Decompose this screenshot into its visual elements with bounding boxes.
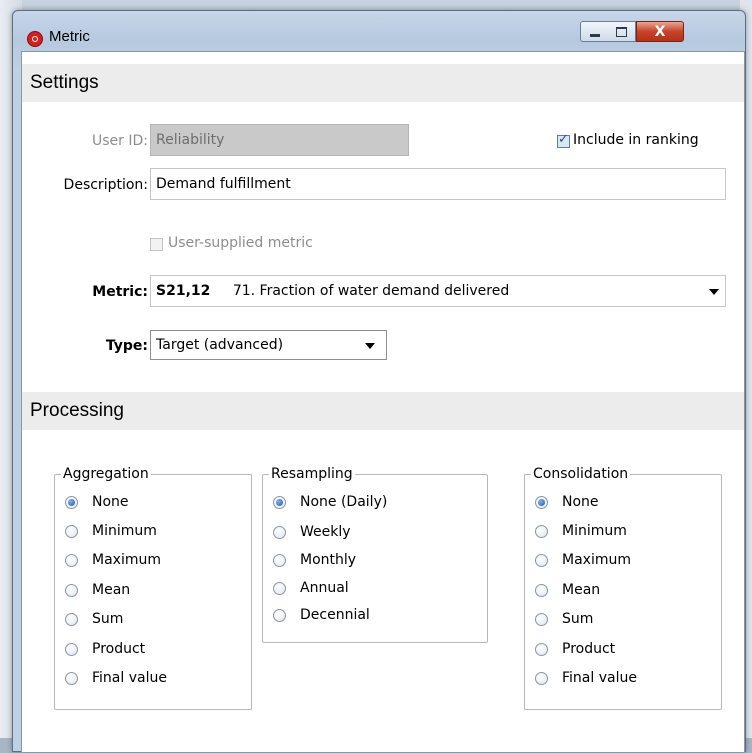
consolidation-option-none[interactable]: None <box>535 491 599 513</box>
radio-icon[interactable] <box>535 553 548 567</box>
resampling-option-decennial[interactable]: Decennial <box>273 604 370 626</box>
aggregation-option-none[interactable]: None <box>65 491 129 513</box>
resampling-group: Resampling None (Daily) Weekly Monthly A… <box>262 465 488 643</box>
radio-icon[interactable] <box>535 583 548 597</box>
radio-icon[interactable] <box>65 553 78 567</box>
radio-icon[interactable] <box>273 495 286 509</box>
user-id-label: User ID: <box>92 133 148 149</box>
maximize-button[interactable] <box>608 21 636 42</box>
resampling-option-weekly[interactable]: Weekly <box>273 521 351 543</box>
aggregation-option-maximum[interactable]: Maximum <box>65 549 161 571</box>
aggregation-option-product[interactable]: Product <box>65 638 145 660</box>
aggregation-option-mean[interactable]: Mean <box>65 579 130 601</box>
aggregation-option-minimum[interactable]: Minimum <box>65 520 157 542</box>
close-button[interactable]: X <box>636 21 684 42</box>
consolidation-option-sum[interactable]: Sum <box>535 608 593 630</box>
metric-select[interactable]: S21,12 71. Fraction of water demand deli… <box>150 275 726 307</box>
consolidation-group: Consolidation None Minimum Maximum Mean … <box>524 465 722 710</box>
resampling-title: Resampling <box>269 465 355 483</box>
radio-icon[interactable] <box>273 525 286 539</box>
include-in-ranking-label: Include in ranking <box>573 132 699 148</box>
app-icon <box>27 31 43 47</box>
maximize-icon <box>616 26 627 37</box>
description-label: Description: <box>63 177 148 193</box>
radio-icon[interactable] <box>65 583 78 597</box>
aggregation-option-sum[interactable]: Sum <box>65 608 123 630</box>
consolidation-option-minimum[interactable]: Minimum <box>535 520 627 542</box>
consolidation-option-product[interactable]: Product <box>535 638 615 660</box>
radio-icon[interactable] <box>535 671 548 685</box>
user-supplied-metric-label: User-supplied metric <box>168 235 313 251</box>
resampling-option-none-daily[interactable]: None (Daily) <box>273 491 387 513</box>
chevron-down-icon <box>365 343 375 349</box>
description-input[interactable]: Demand fulfillment <box>150 168 726 200</box>
radio-icon[interactable] <box>65 495 78 509</box>
radio-icon[interactable] <box>273 608 286 622</box>
type-value: Target (advanced) <box>156 337 284 353</box>
close-icon: X <box>654 23 666 40</box>
radio-icon[interactable] <box>273 581 286 595</box>
radio-icon[interactable] <box>65 612 78 626</box>
radio-icon[interactable] <box>273 553 286 567</box>
consolidation-option-final-value[interactable]: Final value <box>535 667 637 689</box>
aggregation-option-final-value[interactable]: Final value <box>65 667 167 689</box>
metric-label: Metric: <box>92 284 148 300</box>
radio-icon[interactable] <box>65 524 78 538</box>
user-id-field: Reliability <box>150 124 409 156</box>
radio-icon[interactable] <box>65 642 78 656</box>
metric-dialog: Metric X Settings User ID: Reliability ✓… <box>12 10 746 753</box>
aggregation-title: Aggregation <box>61 465 151 483</box>
minimize-icon <box>589 34 600 37</box>
resampling-option-annual[interactable]: Annual <box>273 577 349 599</box>
window-title: Metric <box>49 28 90 45</box>
consolidation-option-maximum[interactable]: Maximum <box>535 549 631 571</box>
metric-value: 71. Fraction of water demand delivered <box>232 283 510 299</box>
radio-icon[interactable] <box>535 524 548 538</box>
title-bar[interactable]: Metric X <box>13 11 745 51</box>
processing-header: Processing <box>22 392 744 430</box>
include-in-ranking-check[interactable]: ✓ <box>557 132 570 148</box>
radio-icon[interactable] <box>535 495 548 509</box>
aggregation-group: Aggregation None Minimum Maximum Mean Su… <box>54 465 252 710</box>
minimize-button[interactable] <box>580 21 609 42</box>
checkmark-icon: ✓ <box>558 132 569 147</box>
type-label: Type: <box>105 338 148 354</box>
dialog-body: Settings User ID: Reliability ✓ Include … <box>21 51 745 753</box>
radio-icon[interactable] <box>535 612 548 626</box>
radio-icon[interactable] <box>535 642 548 656</box>
radio-icon[interactable] <box>65 671 78 685</box>
consolidation-title: Consolidation <box>531 465 631 483</box>
resampling-option-monthly[interactable]: Monthly <box>273 549 356 571</box>
user-supplied-metric-check <box>150 238 163 251</box>
chevron-down-icon <box>709 289 719 295</box>
settings-header: Settings <box>22 64 744 102</box>
type-select[interactable]: Target (advanced) <box>150 330 387 360</box>
metric-code: S21,12 <box>156 283 211 299</box>
consolidation-option-mean[interactable]: Mean <box>535 579 600 601</box>
